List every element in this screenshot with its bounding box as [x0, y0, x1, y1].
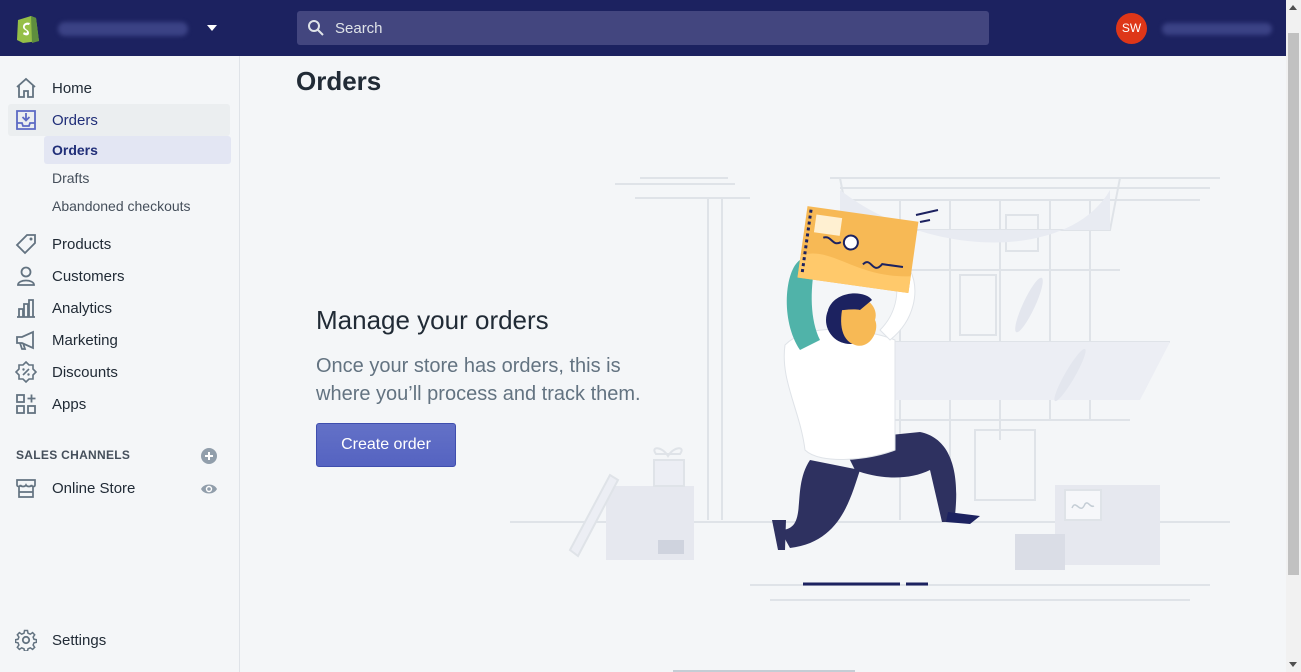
eye-icon[interactable]	[200, 481, 218, 497]
sidebar-item-label: Products	[52, 235, 112, 253]
orders-icon	[16, 110, 36, 130]
scroll-down-arrow-icon[interactable]	[1289, 662, 1297, 667]
sidebar-item-customers[interactable]: Customers	[8, 260, 230, 292]
tag-icon	[15, 234, 36, 255]
sidebar-subitem-label: Abandoned checkouts	[52, 198, 191, 214]
sidebar-subitem-label: Orders	[52, 142, 98, 158]
sidebar-item-label: Discounts	[52, 363, 118, 381]
discount-icon	[15, 361, 37, 383]
avatar[interactable]: SW	[1116, 13, 1147, 44]
apps-icon	[16, 394, 36, 414]
orders-empty-state-illustration	[510, 177, 1230, 601]
sidebar-item-orders[interactable]: Orders	[8, 104, 230, 136]
store-name[interactable]	[58, 22, 188, 36]
megaphone-icon	[16, 330, 34, 350]
scroll-thumb[interactable]	[1288, 33, 1299, 575]
sidebar-item-label: Online Store	[52, 479, 136, 497]
person-icon	[17, 266, 35, 286]
sidebar-item-label: Analytics	[52, 299, 113, 317]
sidebar-item-apps[interactable]: Apps	[8, 388, 230, 420]
sidebar-subitem-abandoned-checkouts[interactable]: Abandoned checkouts	[44, 192, 231, 220]
sidebar-item-products[interactable]: Products	[8, 228, 230, 260]
shopify-logo-icon[interactable]	[14, 12, 42, 44]
store-icon	[16, 479, 36, 498]
create-order-button[interactable]: Create order	[316, 423, 456, 467]
sidebar-item-label: Apps	[52, 395, 87, 413]
sidebar-item-label: Orders	[52, 111, 98, 129]
sidebar-subitem-label: Drafts	[52, 170, 90, 186]
scroll-up-arrow-icon[interactable]	[1289, 5, 1297, 10]
bar-chart-icon	[17, 299, 35, 318]
gear-icon	[15, 629, 37, 651]
sidebar-item-analytics[interactable]: Analytics	[8, 292, 230, 324]
sidebar-item-label: Settings	[52, 631, 107, 649]
sidebar-item-marketing[interactable]: Marketing	[8, 324, 230, 356]
search-icon	[308, 20, 324, 36]
sidebar-item-online-store[interactable]: Online Store	[8, 472, 230, 504]
top-bar: SW	[0, 0, 1286, 56]
sales-channels-heading: SALES CHANNELS	[16, 448, 131, 462]
sidebar-item-label: Marketing	[52, 331, 118, 349]
sidebar-item-home[interactable]: Home	[8, 72, 230, 104]
add-sales-channel-icon[interactable]	[200, 447, 218, 465]
search-input[interactable]	[333, 18, 937, 38]
sidebar-item-discounts[interactable]: Discounts	[8, 356, 230, 388]
sidebar-subitem-drafts[interactable]: Drafts	[44, 164, 231, 192]
scrollbar[interactable]	[1286, 0, 1301, 672]
sidebar-item-label: Customers	[52, 267, 125, 285]
home-icon	[16, 77, 36, 98]
sidebar-item-settings[interactable]: Settings	[8, 624, 230, 656]
sidebar-item-label: Home	[52, 79, 93, 97]
chevron-down-icon[interactable]	[205, 22, 219, 34]
page-title: Orders	[296, 66, 382, 96]
account-name[interactable]	[1162, 23, 1272, 35]
search-bar[interactable]	[297, 11, 989, 45]
sidebar-subitem-orders[interactable]: Orders	[44, 136, 231, 164]
sidebar: Home Orders Orders Drafts Abandoned chec…	[0, 56, 240, 672]
